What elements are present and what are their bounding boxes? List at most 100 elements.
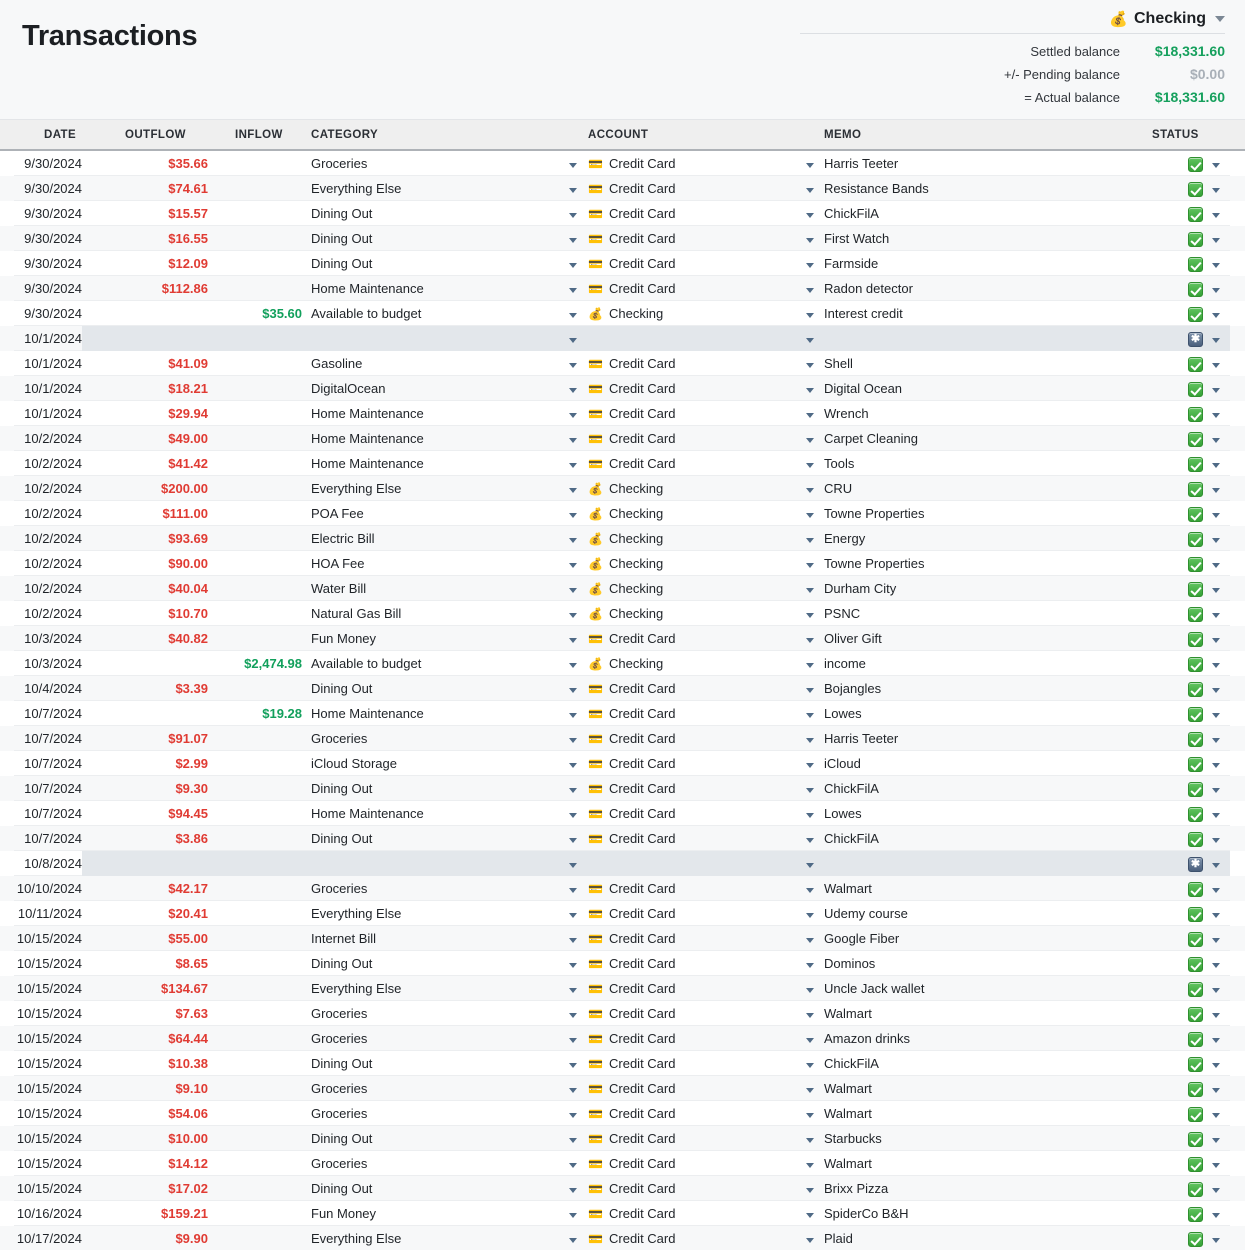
table-row[interactable]: 9/30/2024$74.61Everything Else💳Credit Ca… [0,176,1245,201]
status-badge[interactable] [1188,1205,1206,1223]
cell-category[interactable]: Available to budget [311,305,566,323]
table-row[interactable]: 9/30/2024$35.60Available to budget💰Check… [0,301,1245,326]
account-dropdown-caret[interactable] [806,705,818,723]
account-dropdown-caret[interactable] [806,555,818,573]
cell-memo[interactable]: ChickFilA [824,205,1134,223]
status-dropdown-caret[interactable] [1212,630,1224,648]
cell-account[interactable]: 💳Credit Card [588,230,803,248]
cell-inflow[interactable] [212,1055,302,1073]
cell-category[interactable]: Everything Else [311,1230,566,1248]
status-badge[interactable] [1188,1105,1206,1123]
cell-date[interactable]: 10/7/2024 [14,705,82,723]
table-row[interactable]: 10/15/2024$14.12Groceries💳Credit CardWal… [0,1151,1245,1176]
cell-date[interactable]: 10/15/2024 [14,1005,82,1023]
table-row[interactable]: 10/15/2024$64.44Groceries💳Credit CardAma… [0,1026,1245,1051]
status-badge[interactable] [1188,505,1206,523]
cell-inflow[interactable] [212,905,302,923]
table-row[interactable]: 10/15/2024$9.10Groceries💳Credit CardWalm… [0,1076,1245,1101]
category-dropdown-caret[interactable] [569,355,581,373]
category-dropdown-caret[interactable] [569,855,581,873]
cell-outflow[interactable]: $134.67 [90,980,208,998]
cell-category[interactable]: iCloud Storage [311,755,566,773]
cleared-check-icon[interactable] [1188,957,1203,972]
chevron-down-icon[interactable] [1215,16,1225,22]
account-dropdown-caret[interactable] [806,1205,818,1223]
cell-inflow[interactable] [212,530,302,548]
cell-memo[interactable]: ChickFilA [824,780,1134,798]
table-row[interactable]: 10/11/2024$20.41Everything Else💳Credit C… [0,901,1245,926]
cell-category[interactable] [311,855,566,873]
cell-outflow[interactable] [90,305,208,323]
cell-inflow[interactable] [212,255,302,273]
cell-inflow[interactable] [212,555,302,573]
cell-date[interactable]: 10/3/2024 [14,630,82,648]
cell-category[interactable]: Electric Bill [311,530,566,548]
cell-inflow[interactable]: $19.28 [212,705,302,723]
cell-memo[interactable]: Oliver Gift [824,630,1134,648]
status-badge[interactable] [1188,805,1206,823]
account-dropdown-caret[interactable] [806,830,818,848]
account-dropdown-caret[interactable] [806,305,818,323]
status-badge[interactable] [1188,755,1206,773]
cell-memo[interactable] [824,855,1134,873]
status-dropdown-caret[interactable] [1212,805,1224,823]
account-dropdown-caret[interactable] [806,655,818,673]
category-dropdown-caret[interactable] [569,280,581,298]
cell-date[interactable]: 10/7/2024 [14,755,82,773]
cell-date[interactable]: 10/15/2024 [14,930,82,948]
status-badge[interactable] [1188,1155,1206,1173]
status-badge[interactable] [1188,155,1206,173]
cell-outflow[interactable]: $2.99 [90,755,208,773]
cell-date[interactable]: 9/30/2024 [14,155,82,173]
table-row[interactable]: 10/3/2024$40.82Fun Money💳Credit CardOliv… [0,626,1245,651]
cell-category[interactable]: Dining Out [311,230,566,248]
cell-date[interactable]: 10/7/2024 [14,830,82,848]
cell-account[interactable]: 💳Credit Card [588,1080,803,1098]
cell-memo[interactable] [824,330,1134,348]
status-badge[interactable] [1188,955,1206,973]
account-dropdown-caret[interactable] [806,630,818,648]
status-badge[interactable] [1188,680,1206,698]
cell-memo[interactable]: CRU [824,480,1134,498]
cleared-check-icon[interactable] [1188,1232,1203,1247]
cleared-check-icon[interactable] [1188,557,1203,572]
status-badge[interactable] [1188,630,1206,648]
status-badge[interactable] [1188,355,1206,373]
account-selector[interactable]: 💰 Checking [800,10,1225,33]
cell-account[interactable]: 💳Credit Card [588,980,803,998]
cell-account[interactable]: 💳Credit Card [588,1155,803,1173]
cell-date[interactable]: 10/2/2024 [14,580,82,598]
status-dropdown-caret[interactable] [1212,255,1224,273]
cleared-check-icon[interactable] [1188,532,1203,547]
cleared-check-icon[interactable] [1188,257,1203,272]
cell-inflow[interactable] [212,1105,302,1123]
cell-account[interactable]: 💳Credit Card [588,780,803,798]
account-dropdown-caret[interactable] [806,1105,818,1123]
category-dropdown-caret[interactable] [569,1080,581,1098]
cell-outflow[interactable]: $55.00 [90,930,208,948]
cleared-check-icon[interactable] [1188,757,1203,772]
cell-date[interactable]: 10/1/2024 [14,330,82,348]
table-row[interactable]: 10/7/2024$94.45Home Maintenance💳Credit C… [0,801,1245,826]
cell-account[interactable]: 💰Checking [588,605,803,623]
status-badge[interactable] [1188,1080,1206,1098]
table-row[interactable]: 9/30/2024$12.09Dining Out💳Credit CardFar… [0,251,1245,276]
reconciled-lock-icon[interactable]: ✱ [1188,332,1203,347]
category-dropdown-caret[interactable] [569,630,581,648]
account-dropdown-caret[interactable] [806,255,818,273]
cell-memo[interactable]: Brixx Pizza [824,1180,1134,1198]
cell-inflow[interactable] [212,880,302,898]
status-badge[interactable] [1188,380,1206,398]
category-dropdown-caret[interactable] [569,530,581,548]
status-badge[interactable] [1188,1005,1206,1023]
category-dropdown-caret[interactable] [569,230,581,248]
cell-category[interactable]: Everything Else [311,480,566,498]
status-dropdown-caret[interactable] [1212,380,1224,398]
cell-date[interactable]: 10/15/2024 [14,1180,82,1198]
cell-memo[interactable]: Walmart [824,1005,1134,1023]
status-dropdown-caret[interactable] [1212,305,1224,323]
category-dropdown-caret[interactable] [569,180,581,198]
category-dropdown-caret[interactable] [569,1155,581,1173]
status-dropdown-caret[interactable] [1212,505,1224,523]
cell-memo[interactable]: Uncle Jack wallet [824,980,1134,998]
